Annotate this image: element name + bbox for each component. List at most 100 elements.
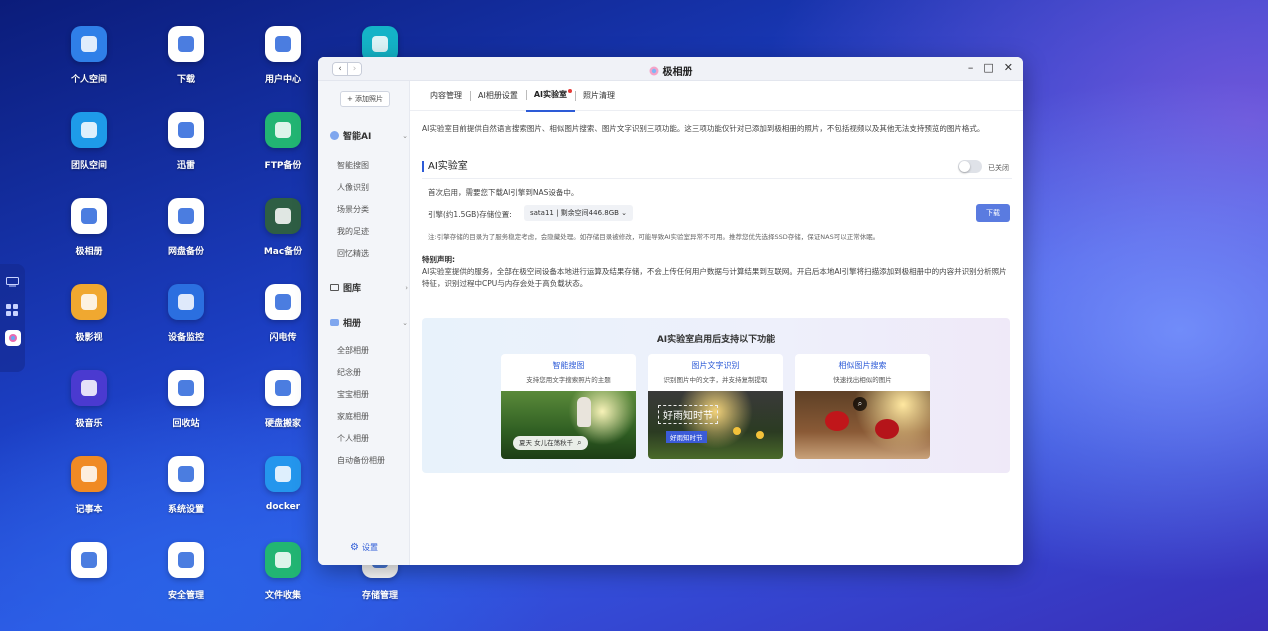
tab-photo-cleanup[interactable]: 照片清理	[575, 81, 623, 111]
desktop-app-icon[interactable]: FTP备份	[248, 112, 318, 171]
feature-card-title: 相似图片搜索	[838, 361, 887, 370]
desktop-app-icon[interactable]: 个人空间	[54, 26, 124, 85]
icon-glyph	[81, 552, 97, 568]
desktop-app-icon[interactable]: 记事本	[54, 456, 124, 515]
sidebar-item[interactable]: 人像识别	[337, 182, 369, 193]
dock-apps-grid-icon[interactable]	[5, 302, 21, 318]
desktop-app-icon[interactable]: 文件收集	[248, 542, 318, 601]
search-overlay: 夏天 女儿在荡秋千 ⌕	[513, 436, 588, 450]
sidebar-item[interactable]: 家庭相册	[337, 411, 369, 422]
shield-plus-icon	[168, 542, 204, 578]
desktop-app-icon[interactable]: 闪电传	[248, 284, 318, 343]
team-folder-icon	[71, 112, 107, 148]
tab-ai-album-settings[interactable]: AI相册设置	[470, 81, 526, 111]
folder-icon	[71, 26, 107, 62]
desktop-app-icon[interactable]: docker	[248, 456, 318, 512]
desktop-app-icon[interactable]: 极相册	[54, 198, 124, 257]
roses-image: ⌕	[795, 391, 930, 459]
desktop-app-icon[interactable]: 极音乐	[54, 370, 124, 429]
tab-ai-lab[interactable]: AI实验室	[525, 80, 576, 112]
window-title: 极相册	[318, 63, 1023, 78]
desktop-app-icon[interactable]: 团队空间	[54, 112, 124, 171]
download-globe-icon	[168, 26, 204, 62]
chevron-down-icon: ⌄	[402, 318, 408, 327]
desktop-app-icon[interactable]: 回收站	[151, 370, 221, 429]
desktop-app-label: 存储管理	[361, 591, 398, 601]
photo-app-window: ‹ › 极相册 – □ ✕ + 添加照片 智能AI ⌄ 智能搜图 人像识别 场景…	[318, 57, 1023, 565]
add-photo-button[interactable]: + 添加照片	[340, 91, 390, 107]
icon-glyph	[178, 380, 194, 396]
minimize-button[interactable]: –	[968, 61, 974, 74]
tab-content-management[interactable]: 内容管理	[422, 81, 470, 111]
icon-glyph	[275, 122, 291, 138]
desktop-app-label: 用户中心	[264, 75, 301, 85]
desktop-app-icon[interactable]: 安全管理	[151, 542, 221, 601]
desktop-app-icon[interactable]: 网盘备份	[151, 198, 221, 257]
desktop-app-icon[interactable]: 迅雷	[151, 112, 221, 171]
app-logo-icon	[649, 66, 658, 75]
desktop-app-label: 设备监控	[167, 333, 204, 343]
feature-card-similar: 相似图片搜索 快速找出相似的图片 ⌕	[795, 354, 930, 459]
desktop-app-icon[interactable]: 下载	[151, 26, 221, 85]
chart-monitor-icon	[168, 284, 204, 320]
sidebar-group-albums[interactable]: 相册 ⌄	[330, 316, 408, 329]
ai-lab-toggle[interactable]	[958, 160, 982, 173]
desktop-app-label: 硬盘搬家	[264, 419, 301, 429]
user-avatar-icon	[265, 26, 301, 62]
sidebar-item[interactable]: 个人相册	[337, 433, 369, 444]
desktop-app-label: 网盘备份	[167, 247, 204, 257]
sidebar-group-ai[interactable]: 智能AI ⌄	[330, 129, 408, 142]
desktop-app-icon[interactable]: 硬盘搬家	[248, 370, 318, 429]
close-button[interactable]: ✕	[1004, 61, 1013, 74]
desktop-app-label: 迅雷	[176, 161, 195, 171]
storage-location-select[interactable]: sata11 | 剩余空间446.8GB ⌄	[524, 205, 634, 221]
desktop-app-label: 团队空间	[70, 161, 107, 171]
sidebar-item[interactable]: 宝宝相册	[337, 389, 369, 400]
desktop-app-icon[interactable]: 极影视	[54, 284, 124, 343]
main-content: 内容管理 AI相册设置 AI实验室 照片清理 AI实验室目前提供自然语言搜索图片…	[410, 81, 1023, 565]
desktop-app-icon[interactable]	[54, 542, 124, 578]
settings-button[interactable]: ⚙ 设置	[350, 542, 378, 553]
sidebar-item[interactable]: 场景分类	[337, 204, 369, 215]
sidebar-item[interactable]: 我的足迹	[337, 226, 369, 237]
icon-glyph	[178, 36, 194, 52]
rose-shape	[825, 411, 849, 431]
music-note-icon	[71, 370, 107, 406]
settings-label: 设置	[361, 543, 378, 552]
desktop-app-icon[interactable]: 系统设置	[151, 456, 221, 515]
desktop-app-label: 闪电传	[269, 333, 297, 343]
desktop-app-label: docker	[265, 502, 301, 512]
time-machine-icon	[265, 198, 301, 234]
desktop-app-label: 记事本	[75, 505, 103, 515]
sidebar-item[interactable]: 智能搜图	[337, 160, 369, 171]
desktop-app-label: 下载	[176, 75, 195, 85]
maximize-button[interactable]: □	[983, 61, 993, 74]
similar-search-icon: ⌕	[853, 397, 867, 411]
icon-glyph	[81, 208, 97, 224]
dock-photo-app-icon[interactable]	[4, 330, 21, 346]
desktop-app-icon[interactable]: Mac备份	[248, 198, 318, 257]
toggle-status-label: 已关闭	[988, 164, 1009, 172]
sidebar-item[interactable]: 全部相册	[337, 345, 369, 356]
desktop-app-label: FTP备份	[264, 161, 302, 171]
icon-glyph	[275, 208, 291, 224]
feature-panel-title: AI实验室启用后支持以下功能	[656, 335, 776, 345]
storage-note: 注:引擎存储的目录为了服务稳定考虑，会隐藏处理。如存储目录被修改，可能导致AI实…	[428, 233, 880, 241]
desktop-app-icon[interactable]: 用户中心	[248, 26, 318, 85]
sidebar-item[interactable]: 回忆精选	[337, 248, 369, 259]
first-use-text: 首次启用，需要您下载AI引擎到NAS设备中。	[428, 188, 579, 197]
sidebar-item[interactable]: 纪念册	[337, 367, 361, 378]
desktop-app-label: 安全管理	[167, 591, 204, 601]
dock-monitor-icon[interactable]	[5, 274, 21, 290]
desktop-app-icon[interactable]: 设备监控	[151, 284, 221, 343]
window-titlebar[interactable]: ‹ › 极相册 – □ ✕	[318, 57, 1023, 81]
download-button[interactable]: 下载	[976, 204, 1010, 222]
icon-glyph	[275, 36, 291, 52]
sidebar-item[interactable]: 自动备份相册	[337, 455, 385, 466]
icon-glyph	[178, 552, 194, 568]
sidebar-group-label: 图库	[343, 284, 362, 294]
desktop-app-label: 系统设置	[167, 505, 204, 515]
icon-glyph	[275, 466, 291, 482]
sidebar-group-gallery[interactable]: 图库 ›	[330, 281, 408, 294]
cloud-upload-icon	[168, 198, 204, 234]
